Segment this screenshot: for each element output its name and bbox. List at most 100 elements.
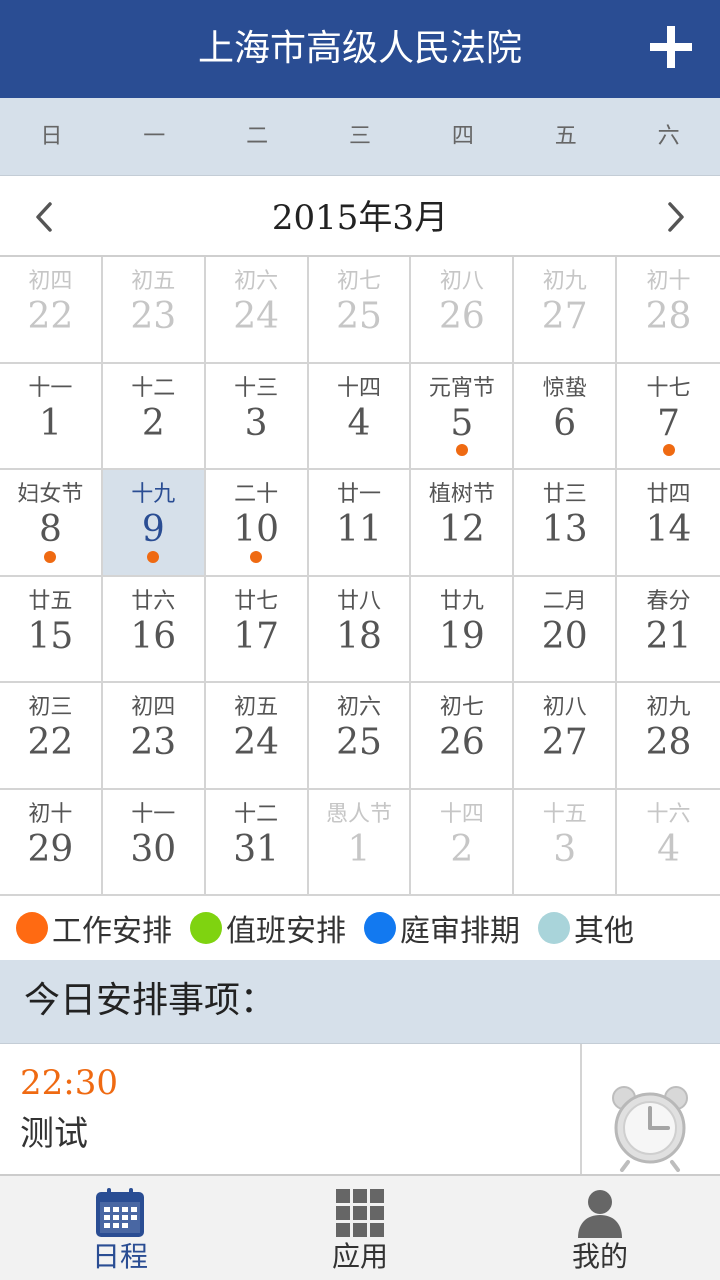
event-item[interactable]: 22:30 测试: [0, 1044, 720, 1174]
calendar-day-cell[interactable]: 初七 26: [411, 683, 515, 790]
today-section-header: 今日安排事项：: [0, 960, 720, 1044]
tab-mine[interactable]: 我的: [480, 1176, 720, 1280]
day-number: 17: [233, 615, 280, 657]
calendar-day-cell[interactable]: 廿七 17: [205, 576, 309, 683]
day-number: 16: [130, 615, 177, 657]
calendar-day-cell[interactable]: 妇女节 8: [0, 470, 103, 577]
lunar-date: 植树节: [428, 482, 495, 507]
weekday-label: 三: [349, 124, 372, 149]
calendar-day-cell[interactable]: 二月 20: [514, 576, 618, 683]
calendar-day-cell[interactable]: 初八 26: [411, 257, 515, 364]
calendar-day-cell[interactable]: 十二 31: [205, 789, 309, 896]
calendar-day-cell[interactable]: 十三 3: [205, 363, 309, 470]
calendar-day-cell[interactable]: 初三 22: [0, 683, 103, 790]
calendar-day-cell[interactable]: 十二 2: [102, 363, 206, 470]
event-dot: [250, 550, 263, 563]
legend-item: 值班安排: [190, 906, 346, 950]
today-title: 今日安排事项：: [24, 980, 277, 1021]
weekday-label: 一: [143, 124, 166, 149]
calendar-day-cell[interactable]: 初十 28: [617, 257, 720, 364]
month-navigator: 2015年3月: [0, 176, 720, 256]
calendar-day-cell[interactable]: 廿九 19: [411, 576, 515, 683]
lunar-date: 十七: [646, 375, 691, 401]
legend-label: 其他: [574, 914, 634, 949]
calendar-day-cell[interactable]: 廿一 11: [308, 470, 412, 577]
day-number: 1: [38, 402, 62, 444]
lunar-date: 廿一: [336, 482, 381, 507]
day-number: 12: [438, 509, 485, 550]
calendar-day-cell[interactable]: 十一 30: [102, 789, 206, 896]
alarm-clock-icon[interactable]: [610, 1082, 690, 1172]
day-number: 26: [438, 296, 485, 337]
day-number: 14: [645, 509, 692, 550]
lunar-date: 十一: [131, 801, 176, 827]
lunar-date: 初三: [28, 695, 73, 720]
lunar-date: 初五: [131, 269, 176, 294]
calendar-day-cell[interactable]: 惊蛰 6: [514, 363, 618, 470]
day-number: 25: [336, 296, 382, 337]
calendar-day-cell[interactable]: 廿四 14: [617, 470, 720, 577]
calendar-day-cell[interactable]: 廿五 15: [0, 576, 103, 683]
calendar-day-cell[interactable]: 初八 27: [514, 683, 618, 790]
calendar-day-cell[interactable]: 元宵节 5: [411, 363, 515, 470]
calendar-day-cell[interactable]: 初九 27: [514, 257, 618, 364]
legend-swatch: [538, 912, 570, 944]
day-number: 3: [244, 402, 268, 444]
legend: 工作安排 值班安排 庭审排期 其他: [0, 896, 720, 960]
calendar-day-cell[interactable]: 春分 21: [617, 577, 720, 683]
calendar-day-cell[interactable]: 十四 4: [308, 363, 412, 470]
day-number: 10: [233, 509, 280, 550]
calendar-day-cell[interactable]: 二十 10: [205, 470, 309, 577]
calendar-day-cell[interactable]: 初六 24: [205, 257, 309, 364]
calendar-day-cell[interactable]: 十九 9: [102, 470, 206, 577]
calendar-day-cell[interactable]: 初十 29: [0, 789, 103, 896]
calendar-day-cell[interactable]: 植树节 12: [411, 470, 515, 577]
calendar-day-cell[interactable]: 廿八 18: [308, 576, 412, 683]
lunar-date: 初十: [646, 269, 691, 294]
tab-schedule[interactable]: 日程: [0, 1176, 240, 1280]
calendar-day-cell[interactable]: 初七 25: [308, 257, 412, 364]
calendar-day-cell[interactable]: 初四 23: [102, 683, 206, 790]
calendar-day-cell[interactable]: 初六 25: [308, 683, 412, 790]
lunar-date: 初六: [336, 695, 381, 720]
divider: [580, 1044, 582, 1174]
lunar-date: 初八: [542, 695, 587, 720]
calendar-day-cell[interactable]: 十一 1: [0, 363, 103, 470]
lunar-date: 十四: [336, 375, 381, 401]
calendar-day-cell[interactable]: 初五 23: [102, 257, 206, 364]
event-name: 测试: [20, 1114, 88, 1154]
calendar-day-cell[interactable]: 十六 4: [617, 790, 720, 896]
calendar-day-cell[interactable]: 廿六 16: [102, 576, 206, 683]
day-number: 22: [27, 296, 74, 337]
calendar-day-cell[interactable]: 廿三 13: [514, 470, 618, 577]
weekday-label: 二: [246, 124, 269, 149]
lunar-date: 十六: [646, 801, 691, 827]
calendar-day-cell[interactable]: 十五 3: [514, 789, 618, 896]
page-title: 上海市高级人民法院: [197, 28, 522, 69]
add-icon[interactable]: [650, 26, 692, 68]
calendar-day-cell[interactable]: 初九 28: [617, 683, 720, 790]
tab-apps[interactable]: 应用: [240, 1176, 480, 1280]
calendar-day-cell[interactable]: 十七 7: [617, 364, 720, 470]
day-number: 19: [438, 615, 485, 657]
day-number: 3: [553, 828, 577, 870]
lunar-date: 廿九: [439, 588, 484, 614]
bottom-tab-bar: 日程 应用 我的: [0, 1174, 720, 1280]
day-number: 4: [347, 402, 371, 444]
day-number: 4: [657, 828, 681, 870]
calendar-day-cell[interactable]: 十四 2: [411, 789, 515, 896]
lunar-date: 廿六: [131, 588, 176, 614]
tab-label: 应用: [331, 1240, 388, 1273]
lunar-date: 十三: [234, 375, 279, 401]
day-number: 27: [541, 296, 588, 337]
day-number: 22: [27, 722, 74, 763]
event-dot: [455, 444, 468, 456]
legend-label: 庭审排期: [400, 914, 520, 949]
day-number: 13: [541, 509, 588, 550]
chevron-right-icon[interactable]: [658, 200, 692, 234]
calendar-day-cell[interactable]: 初五 24: [205, 683, 309, 790]
lunar-date: 廿三: [542, 482, 587, 507]
day-number: 30: [130, 828, 177, 870]
calendar-day-cell[interactable]: 愚人节 1: [308, 789, 412, 896]
calendar-day-cell[interactable]: 初四 22: [0, 257, 103, 364]
